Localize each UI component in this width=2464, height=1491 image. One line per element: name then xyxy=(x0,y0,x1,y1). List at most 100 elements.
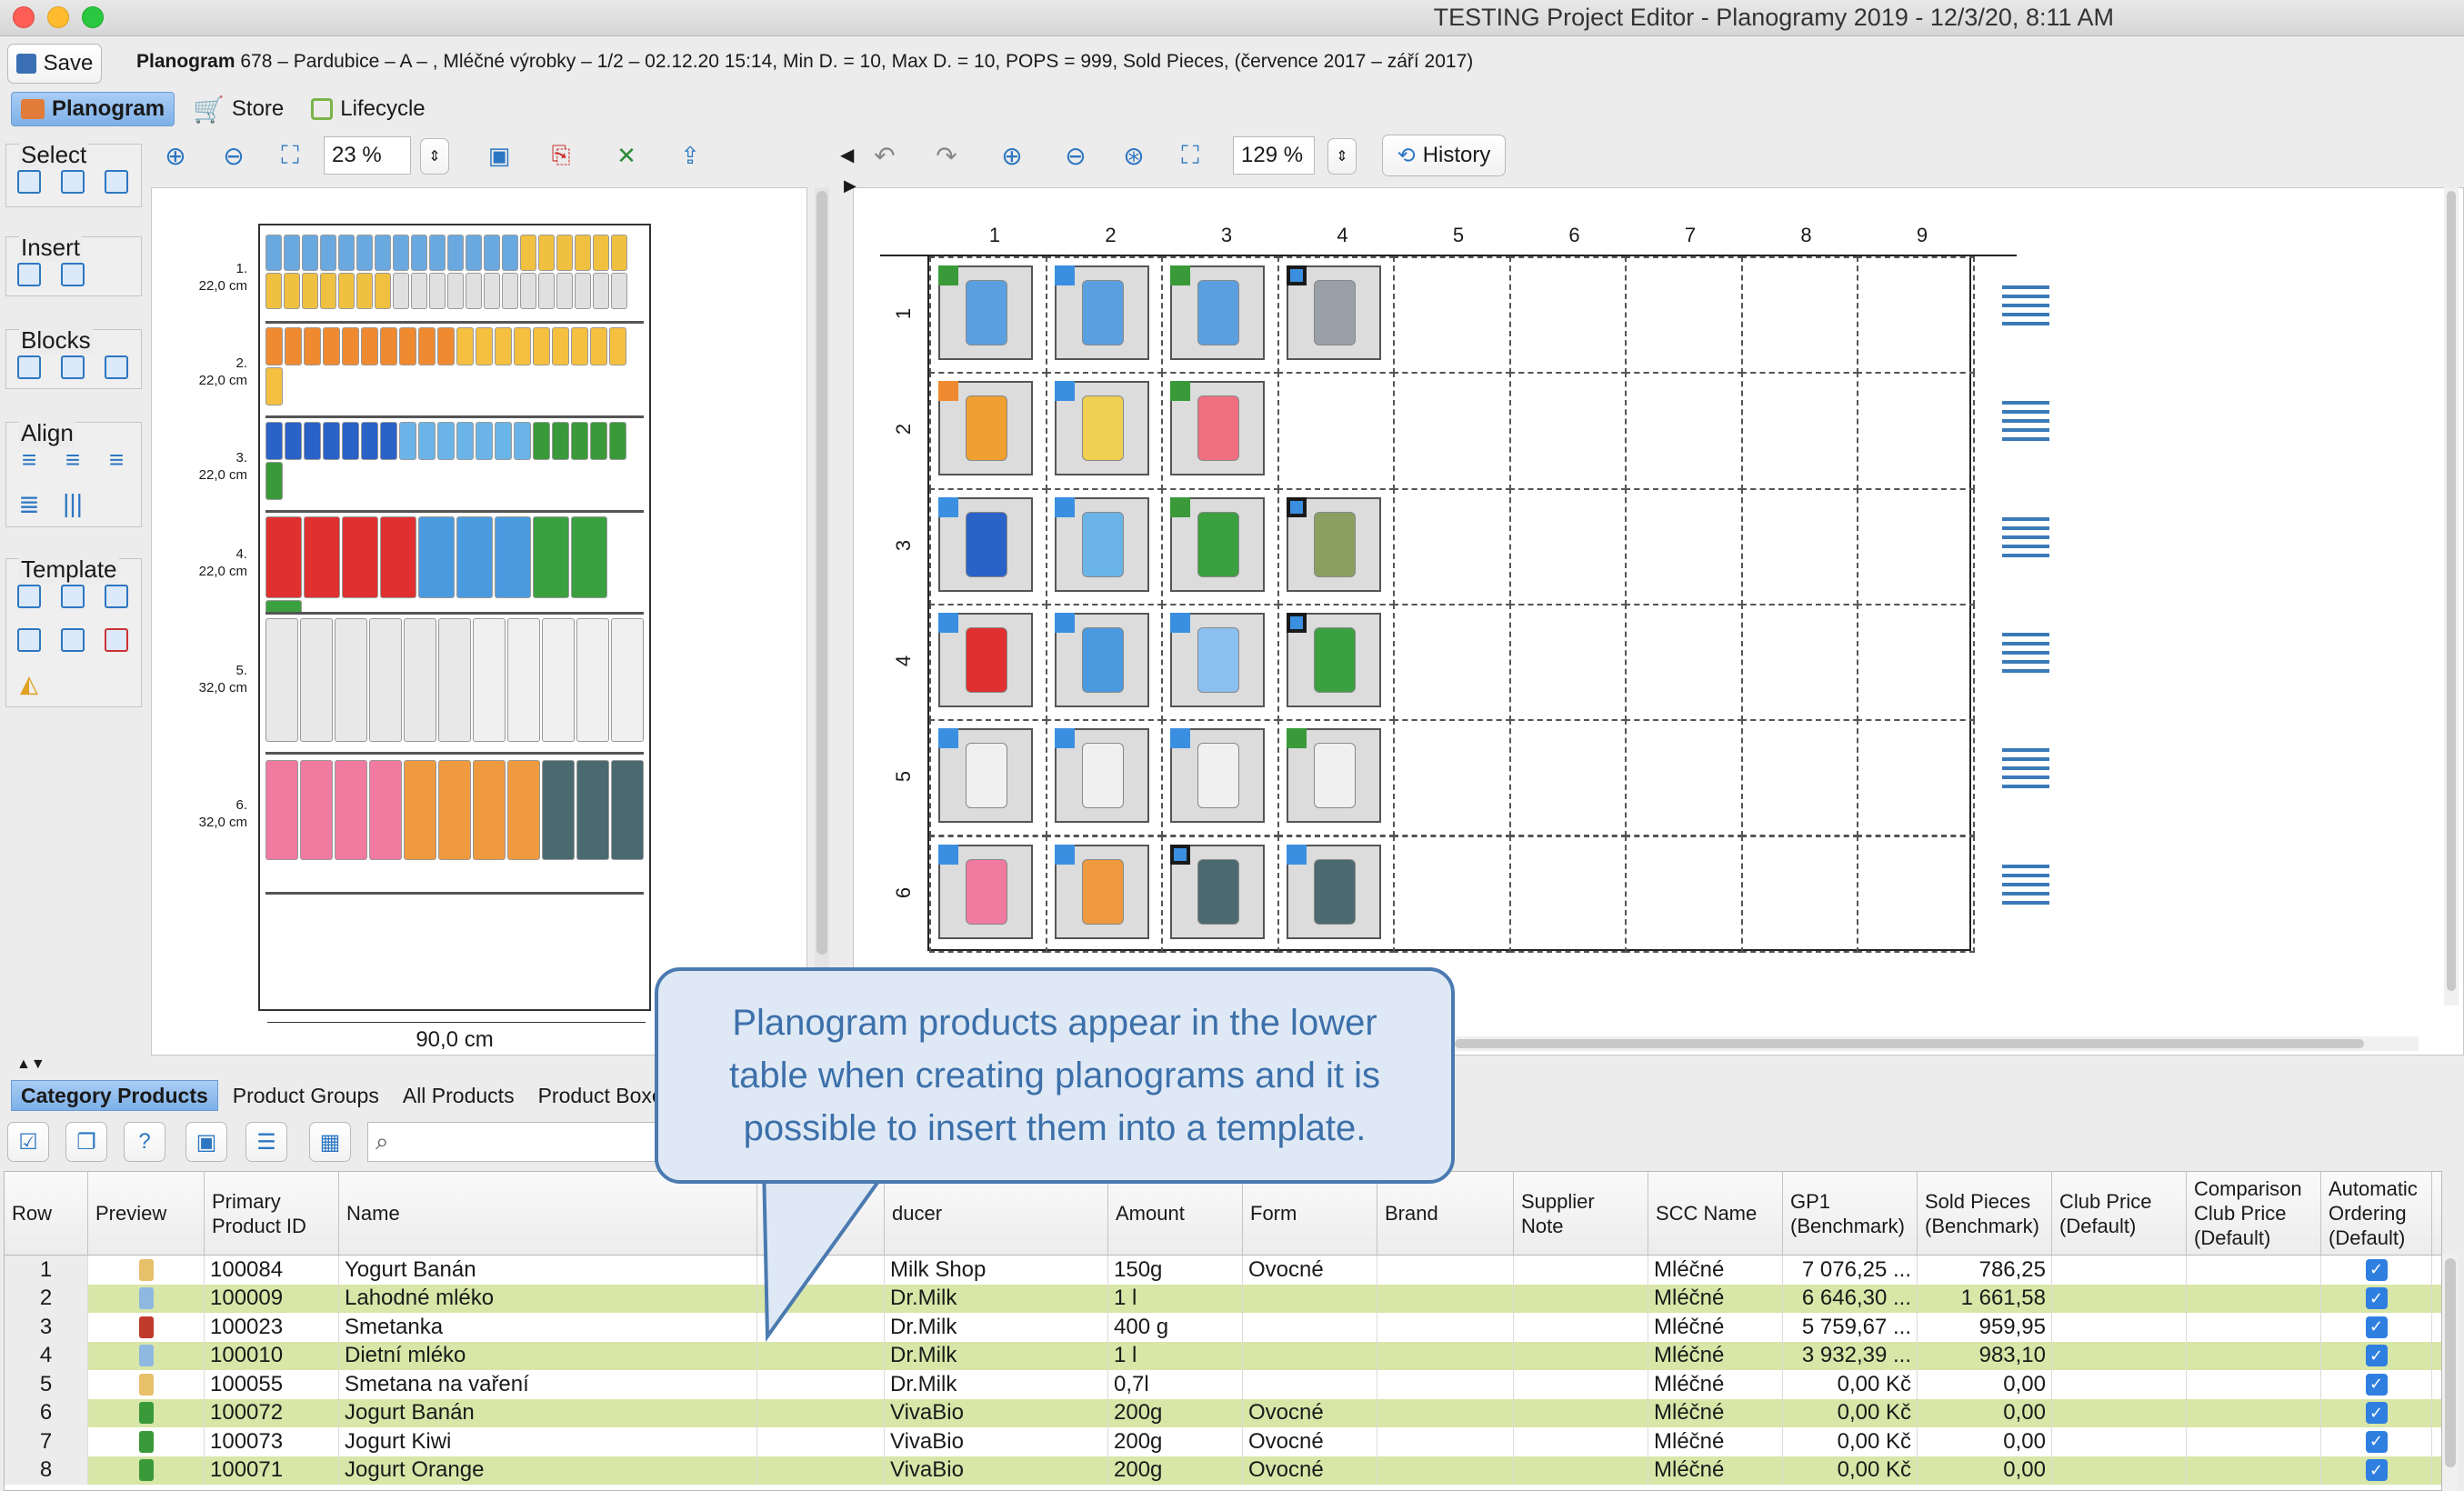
grid-cell[interactable] xyxy=(1740,372,1858,490)
template-tool-4-button[interactable] xyxy=(14,625,45,655)
right-zoom-stepper[interactable]: ⇕ xyxy=(1327,138,1357,175)
table-row[interactable]: 2 100009 Lahodné mléko Dr.Milk 1 l Mléčné 6 64… xyxy=(5,1284,2441,1313)
shelf-product[interactable] xyxy=(466,273,482,309)
auto-ordering-checkbox[interactable]: ✓ xyxy=(2321,1256,2432,1285)
shelf-product[interactable] xyxy=(361,422,378,460)
zoom-out-left-button[interactable]: ⊖ xyxy=(218,140,249,171)
shelf-product[interactable] xyxy=(495,516,531,598)
row-lines-icon[interactable] xyxy=(2002,748,2049,794)
shelf-product[interactable] xyxy=(302,235,318,271)
shelf-product[interactable] xyxy=(571,516,607,598)
table-row[interactable]: 5 100055 Smetana na vaření Dr.Milk 0,7l Mléčn… xyxy=(5,1370,2441,1399)
fit-left-button[interactable]: ⛶ xyxy=(275,140,305,171)
shelf-product[interactable] xyxy=(447,235,464,271)
left-pane-scrollbar[interactable] xyxy=(815,187,829,969)
template-tool-2-button[interactable] xyxy=(57,581,88,612)
zoom-out-right-button[interactable]: ⊖ xyxy=(1060,140,1091,171)
shelf-product[interactable] xyxy=(437,422,455,460)
shelf-product[interactable] xyxy=(609,327,626,365)
export-excel-button[interactable]: ✕ xyxy=(611,140,642,171)
splitter-arrows[interactable]: ▲▼ xyxy=(16,1056,45,1073)
shelf-product[interactable] xyxy=(356,273,373,309)
grid-cell[interactable] xyxy=(1625,719,1743,837)
row-lines-icon[interactable] xyxy=(2002,632,2049,678)
planogram-grid[interactable] xyxy=(927,255,1975,953)
shelf-product[interactable] xyxy=(552,422,569,460)
shelf-2[interactable] xyxy=(265,327,644,418)
shelf-product[interactable] xyxy=(514,422,531,460)
shelf-product[interactable] xyxy=(590,327,607,365)
tab-lifecycle[interactable]: Lifecycle xyxy=(302,92,434,126)
shelf-product[interactable] xyxy=(323,327,340,365)
shelf-product[interactable] xyxy=(304,422,321,460)
shelf-product[interactable] xyxy=(447,273,464,309)
grid-cell[interactable] xyxy=(1740,719,1858,837)
planogram-product[interactable] xyxy=(1170,496,1265,592)
grid-cell[interactable] xyxy=(1857,719,1975,837)
table-row[interactable]: 3 100023 Smetanka Dr.Milk 400 g Mléčné 5 759,6… xyxy=(5,1313,2441,1342)
shelf-product[interactable] xyxy=(380,327,397,365)
column-header[interactable]: Club Price (Default) xyxy=(2052,1172,2187,1255)
column-header[interactable]: Primary Product ID xyxy=(205,1172,339,1255)
planogram-product[interactable] xyxy=(1054,381,1149,476)
shelf-product[interactable] xyxy=(609,422,626,460)
shelf-product[interactable] xyxy=(335,618,367,742)
planogram-product[interactable] xyxy=(938,496,1033,592)
shelf-product[interactable] xyxy=(285,327,302,365)
insert-product-button[interactable] xyxy=(14,259,45,290)
shelf-4[interactable] xyxy=(265,516,644,615)
right-pane-scrollbar[interactable] xyxy=(2444,187,2459,1006)
select-tool-button[interactable] xyxy=(14,166,45,197)
shelf-product[interactable] xyxy=(466,235,482,271)
insert-text-button[interactable] xyxy=(57,259,88,290)
shelf-product[interactable] xyxy=(375,273,391,309)
shelf-product[interactable] xyxy=(320,273,336,309)
redo-button[interactable]: ↷ xyxy=(931,140,962,171)
column-header[interactable]: Amount xyxy=(1108,1172,1243,1255)
copy-image-button[interactable]: ▣ xyxy=(484,140,515,171)
template-tool-3-button[interactable] xyxy=(101,581,132,612)
auto-ordering-checkbox[interactable]: ✓ xyxy=(2321,1456,2432,1485)
shelf-product[interactable] xyxy=(399,327,416,365)
shelf-product[interactable] xyxy=(380,422,397,460)
shelf-product[interactable] xyxy=(542,760,575,860)
tab-product-boxes[interactable]: Product Boxe xyxy=(529,1080,673,1111)
planogram-product[interactable] xyxy=(1170,728,1265,824)
shelf-product[interactable] xyxy=(320,235,336,271)
shelf-product[interactable] xyxy=(369,618,402,742)
column-header[interactable]: Name xyxy=(339,1172,757,1255)
shelf-product[interactable] xyxy=(284,273,300,309)
shelf-product[interactable] xyxy=(533,422,550,460)
tab-product-groups[interactable]: Product Groups xyxy=(224,1080,388,1111)
fit-right-button[interactable]: ⛶ xyxy=(1175,140,1206,171)
shelf-product[interactable] xyxy=(438,760,471,860)
shelf-product[interactable] xyxy=(302,273,318,309)
grid-cell[interactable] xyxy=(1508,603,1627,722)
left-zoom-field[interactable]: 23 % xyxy=(324,136,411,175)
grid-cell[interactable] xyxy=(1625,835,1743,953)
shelf-product[interactable] xyxy=(335,760,367,860)
grid-cell[interactable] xyxy=(1625,372,1743,490)
shelf-product[interactable] xyxy=(361,327,378,365)
shelf-product[interactable] xyxy=(456,516,493,598)
shelf-product[interactable] xyxy=(520,273,536,309)
shelf-product[interactable] xyxy=(418,422,436,460)
planogram-product[interactable] xyxy=(1054,496,1149,592)
column-header[interactable]: GP1 (Benchmark) xyxy=(1783,1172,1918,1255)
shelf-product[interactable] xyxy=(502,273,518,309)
row-lines-icon[interactable] xyxy=(2002,864,2049,910)
template-tool-1-button[interactable] xyxy=(14,581,45,612)
shelf-product[interactable] xyxy=(285,422,302,460)
table-image-button[interactable]: ▣ xyxy=(185,1122,227,1162)
shelf-product[interactable] xyxy=(265,600,302,612)
auto-ordering-checkbox[interactable]: ✓ xyxy=(2321,1427,2432,1456)
expand-right-arrow[interactable]: ▶ xyxy=(844,176,856,195)
shelf-product[interactable] xyxy=(438,618,471,742)
shelf-product[interactable] xyxy=(538,235,555,271)
shelf-product[interactable] xyxy=(538,273,555,309)
table-row[interactable]: 7 100073 Jogurt Kiwi VivaBio 200g Ovocné Mléčn… xyxy=(5,1427,2441,1456)
shelf-product[interactable] xyxy=(338,273,355,309)
auto-ordering-checkbox[interactable]: ✓ xyxy=(2321,1398,2432,1427)
planogram-product[interactable] xyxy=(938,381,1033,476)
grid-cell[interactable] xyxy=(1857,487,1975,605)
